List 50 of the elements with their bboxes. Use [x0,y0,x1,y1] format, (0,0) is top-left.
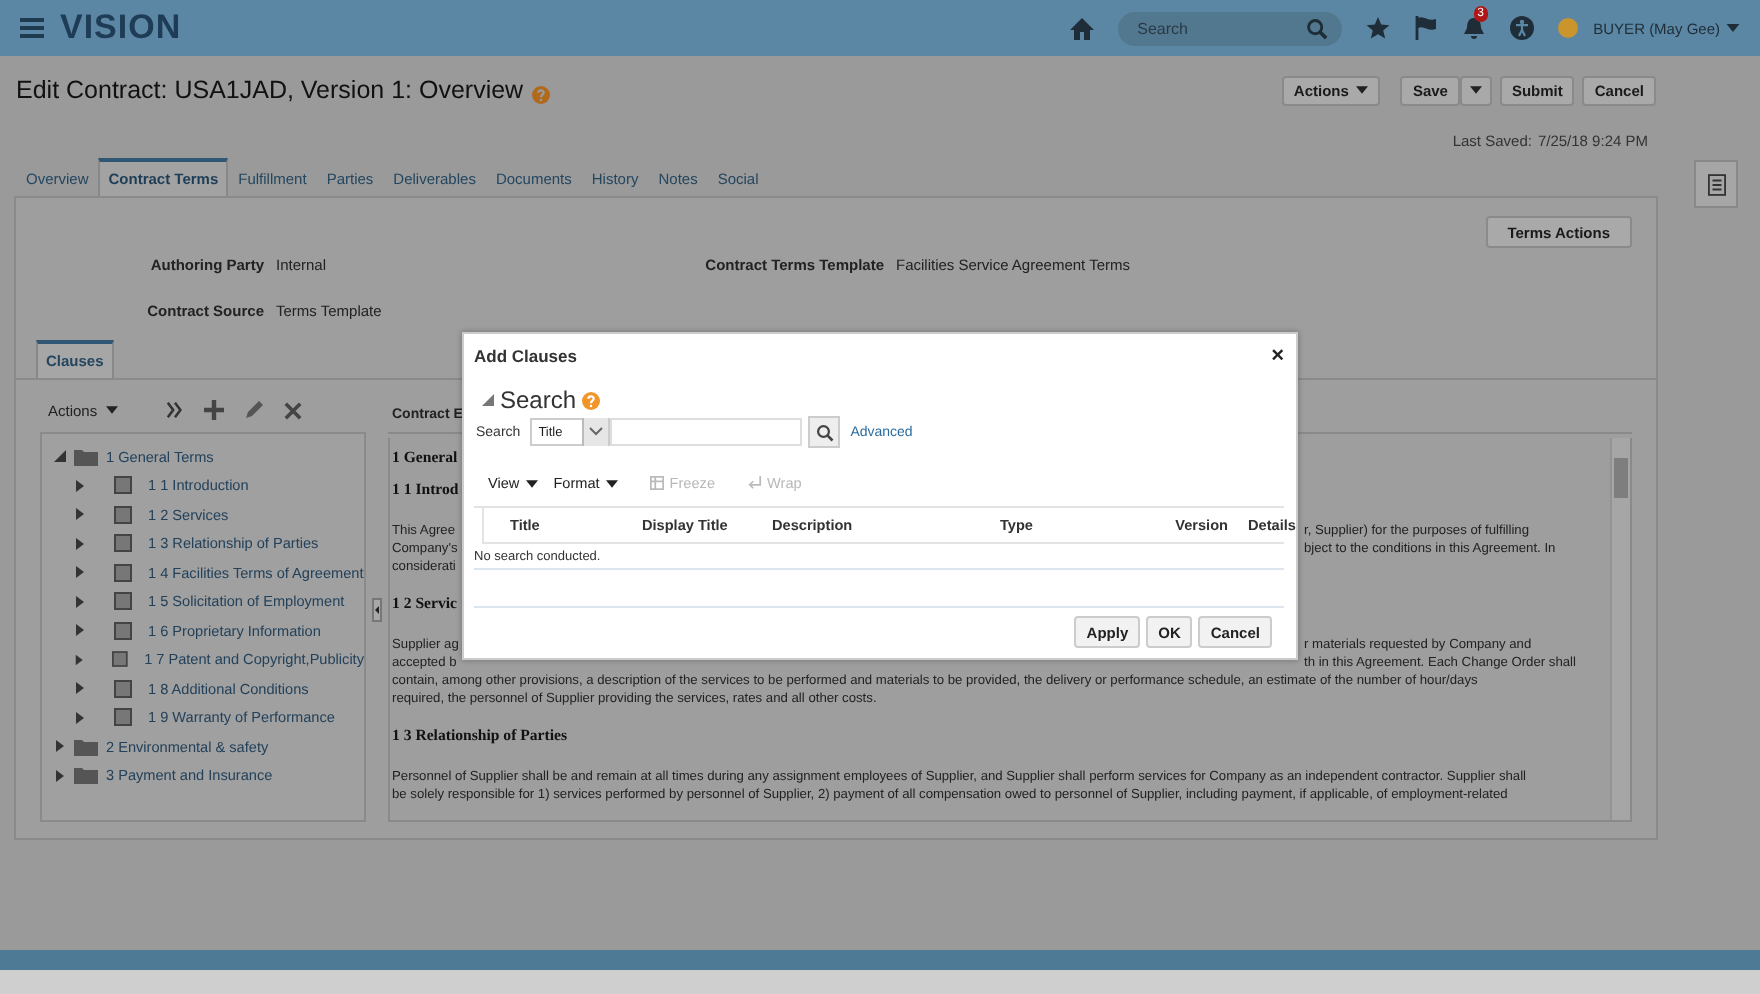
expand-all-icon[interactable] [165,402,184,418]
expanded-icon[interactable] [54,450,66,463]
caret-icon [1726,24,1740,32]
accessibility-icon[interactable] [1509,16,1534,40]
dialog-title: Add Clauses [474,346,577,366]
caret-icon [105,406,118,414]
list-icon [1707,173,1725,195]
collapsed-icon[interactable] [54,769,66,782]
search-icon [815,423,834,441]
close-button[interactable]: × [1271,344,1284,368]
collapsed-icon[interactable] [74,566,86,579]
flag-icon[interactable] [1413,16,1438,40]
add-icon[interactable] [203,400,224,420]
folder-icon [74,766,98,785]
return-arrow-icon [747,476,762,490]
grid-icon [649,476,664,490]
edit-icon[interactable] [243,400,264,420]
logo: VISION [60,8,182,48]
folder-icon [74,737,98,756]
scrollbar[interactable] [1610,438,1630,820]
caret-icon [1356,86,1369,94]
search-button[interactable] [808,416,841,448]
collapsed-icon[interactable] [74,624,86,637]
caret-icon [525,479,538,487]
folder-icon [74,447,98,466]
search-field[interactable]: Search [1117,11,1342,45]
caret-icon [1469,86,1482,94]
search-input[interactable] [610,418,803,446]
menu-icon[interactable] [20,18,44,38]
collapse-handle[interactable] [372,597,382,621]
page-title: Edit Contract: USA1JAD, Version 1: Overview [16,76,524,104]
expanded-icon[interactable] [482,394,494,406]
collapsed-icon[interactable] [54,740,66,753]
caret-icon [605,479,618,487]
section-title: Search [500,386,577,414]
collapsed-icon[interactable] [74,711,86,724]
collapsed-icon[interactable] [74,682,86,695]
panel-button[interactable] [1694,160,1738,208]
save-menu-button[interactable] [1459,75,1492,105]
collapsed-icon[interactable] [74,595,86,608]
bell-icon[interactable] [1461,16,1486,40]
delete-icon[interactable] [283,401,302,419]
star-icon[interactable] [1365,16,1390,40]
home-icon[interactable] [1069,17,1094,39]
collapsed-icon[interactable] [74,479,86,492]
search-icon[interactable] [1305,17,1328,39]
collapsed-icon[interactable] [74,653,85,666]
collapsed-icon[interactable] [74,537,86,550]
collapsed-icon[interactable] [74,508,86,521]
dropdown-icon [582,418,609,446]
